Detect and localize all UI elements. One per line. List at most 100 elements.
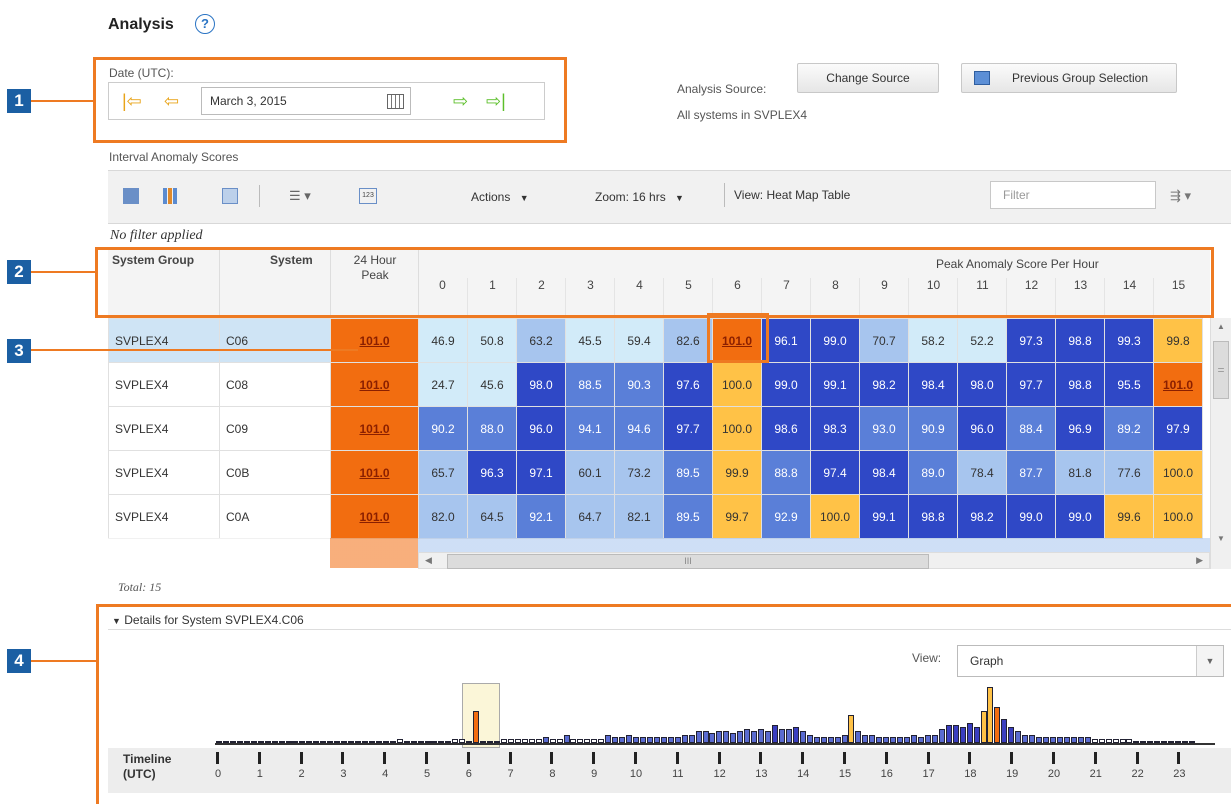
timeline-bar[interactable] [1182, 741, 1189, 743]
timeline-bar[interactable] [917, 737, 924, 743]
cell-hour-score[interactable]: 97.6 [663, 362, 713, 407]
timeline-bar[interactable] [1050, 737, 1056, 743]
timeline-bar[interactable] [1098, 739, 1105, 743]
cell-hour-score[interactable]: 89.0 [908, 450, 958, 495]
timeline-bar[interactable] [709, 733, 716, 743]
timeline-bar[interactable] [890, 737, 897, 743]
timeline-bar[interactable] [723, 731, 730, 743]
timeline-bar[interactable] [619, 737, 626, 743]
timeline-bar[interactable] [375, 741, 382, 743]
timeline-bar[interactable] [737, 731, 744, 743]
cell-hour-score[interactable]: 96.0 [957, 406, 1007, 451]
cell-hour-score[interactable]: 45.6 [467, 362, 517, 407]
timeline-bar[interactable] [848, 715, 855, 743]
last-date-icon[interactable]: ⇨| [486, 91, 506, 111]
timeline-bar[interactable] [521, 739, 528, 743]
selection-window[interactable] [462, 683, 500, 748]
previous-group-selection-button[interactable]: Previous Group Selection [961, 63, 1177, 93]
cell-hour-score[interactable]: 99.0 [761, 362, 811, 407]
timeline-bar[interactable] [1029, 735, 1036, 743]
timeline-bar[interactable] [299, 741, 306, 743]
timeline-bar[interactable] [320, 741, 327, 743]
timeline-bar[interactable] [973, 727, 980, 743]
timeline-bar[interactable] [841, 735, 848, 743]
cell-24-hour-peak-link[interactable]: 101.0 [330, 318, 419, 363]
cell-hour-score[interactable]: 88.5 [565, 362, 615, 407]
cell-hour-score[interactable]: 87.7 [1006, 450, 1056, 495]
timeline-bar[interactable] [598, 739, 605, 743]
change-source-button[interactable]: Change Source [797, 63, 939, 93]
timeline-bar[interactable] [674, 737, 681, 743]
vertical-scrollbar[interactable]: ▲ = ▼ [1210, 318, 1231, 569]
cell-hour-score[interactable]: 99.9 [712, 450, 762, 495]
timeline-bar[interactable] [361, 741, 368, 743]
timeline-bar[interactable] [751, 731, 758, 743]
timeline-bar[interactable] [959, 727, 966, 743]
cell-hour-score[interactable]: 100.0 [810, 494, 860, 539]
timeline-bar[interactable] [229, 741, 236, 743]
timeline-bar[interactable] [744, 729, 751, 743]
timeline-bar[interactable] [952, 725, 959, 743]
timeline-bar[interactable] [431, 741, 438, 743]
horizontal-scrollbar[interactable]: ◀ III ▶ [418, 552, 1210, 569]
timeline-bar[interactable] [758, 729, 765, 743]
timeline-bar[interactable] [466, 741, 473, 743]
timeline-bar[interactable] [403, 741, 410, 743]
timeline-bar[interactable] [535, 739, 542, 743]
timeline-bar[interactable] [799, 731, 806, 743]
timeline-bar[interactable] [313, 741, 320, 743]
timeline-bar[interactable] [327, 741, 334, 743]
timeline-bar[interactable] [355, 741, 361, 743]
cell-hour-score[interactable]: 101.0 [1153, 362, 1203, 407]
timeline-bar[interactable] [730, 733, 737, 743]
cell-hour-score[interactable]: 92.9 [761, 494, 811, 539]
scroll-right-icon[interactable]: ▶ [1196, 555, 1203, 566]
cell-hour-score[interactable]: 78.4 [957, 450, 1007, 495]
cell-hour-score[interactable]: 100.0 [1153, 494, 1203, 539]
cell-hour-score[interactable]: 89.5 [663, 450, 713, 495]
timeline-bar[interactable] [549, 739, 556, 743]
timeline-bar[interactable] [1015, 731, 1022, 743]
cell-hour-score[interactable]: 81.8 [1055, 450, 1105, 495]
timeline-bar[interactable] [368, 741, 375, 743]
list-options-icon[interactable]: ☰ ▾ [289, 188, 311, 204]
calendar-icon[interactable] [387, 94, 404, 109]
cell-hour-score[interactable]: 99.1 [810, 362, 860, 407]
timeline-bar[interactable] [507, 739, 514, 743]
timeline-bar[interactable] [445, 741, 452, 743]
timeline-bar[interactable] [1119, 739, 1126, 743]
timeline-bar[interactable] [271, 741, 278, 743]
scrollbar-thumb[interactable]: = [1213, 341, 1229, 399]
table-row[interactable]: SVPLEX4 C0A 101.0 82.0 64.5 92.1 64.7 82.1 89.5 9… [108, 494, 1203, 539]
scroll-down-icon[interactable]: ▼ [1211, 534, 1231, 543]
cell-hour-score[interactable]: 99.0 [1055, 494, 1105, 539]
timeline-bar[interactable] [542, 737, 549, 743]
timeline-bar[interactable] [639, 737, 646, 743]
scroll-up-icon[interactable]: ▲ [1211, 322, 1231, 331]
cell-hour-score[interactable]: 97.9 [1153, 406, 1203, 451]
timeline-bar[interactable] [285, 741, 292, 743]
timeline-bar[interactable] [424, 741, 431, 743]
timeline-bar[interactable] [236, 741, 243, 743]
timeline-bar[interactable] [792, 727, 799, 743]
timeline-bar[interactable] [883, 737, 890, 743]
heatmap-view-icon[interactable] [123, 188, 139, 204]
timeline-bar[interactable] [264, 741, 271, 743]
timeline-bar[interactable] [897, 737, 904, 743]
timeline-bar[interactable] [528, 739, 535, 743]
cell-hour-score[interactable]: 98.3 [810, 406, 860, 451]
cell-hour-score[interactable]: 99.8 [1153, 318, 1203, 363]
timeline-bar[interactable] [480, 741, 487, 743]
cell-hour-score[interactable]: 99.0 [810, 318, 860, 363]
cell-hour-score[interactable]: 65.7 [418, 450, 468, 495]
cell-hour-score[interactable]: 58.2 [908, 318, 958, 363]
timeline-bar[interactable] [487, 741, 494, 743]
cell-hour-score[interactable]: 99.7 [712, 494, 762, 539]
timeline-bar[interactable] [306, 741, 313, 743]
timeline-bar[interactable] [1077, 737, 1084, 743]
timeline-bar[interactable] [924, 735, 931, 743]
cell-hour-score[interactable]: 98.2 [957, 494, 1007, 539]
timeline-bar[interactable] [660, 737, 667, 743]
scroll-left-icon[interactable]: ◀ [425, 555, 432, 566]
cell-hour-score[interactable]: 97.3 [1006, 318, 1056, 363]
